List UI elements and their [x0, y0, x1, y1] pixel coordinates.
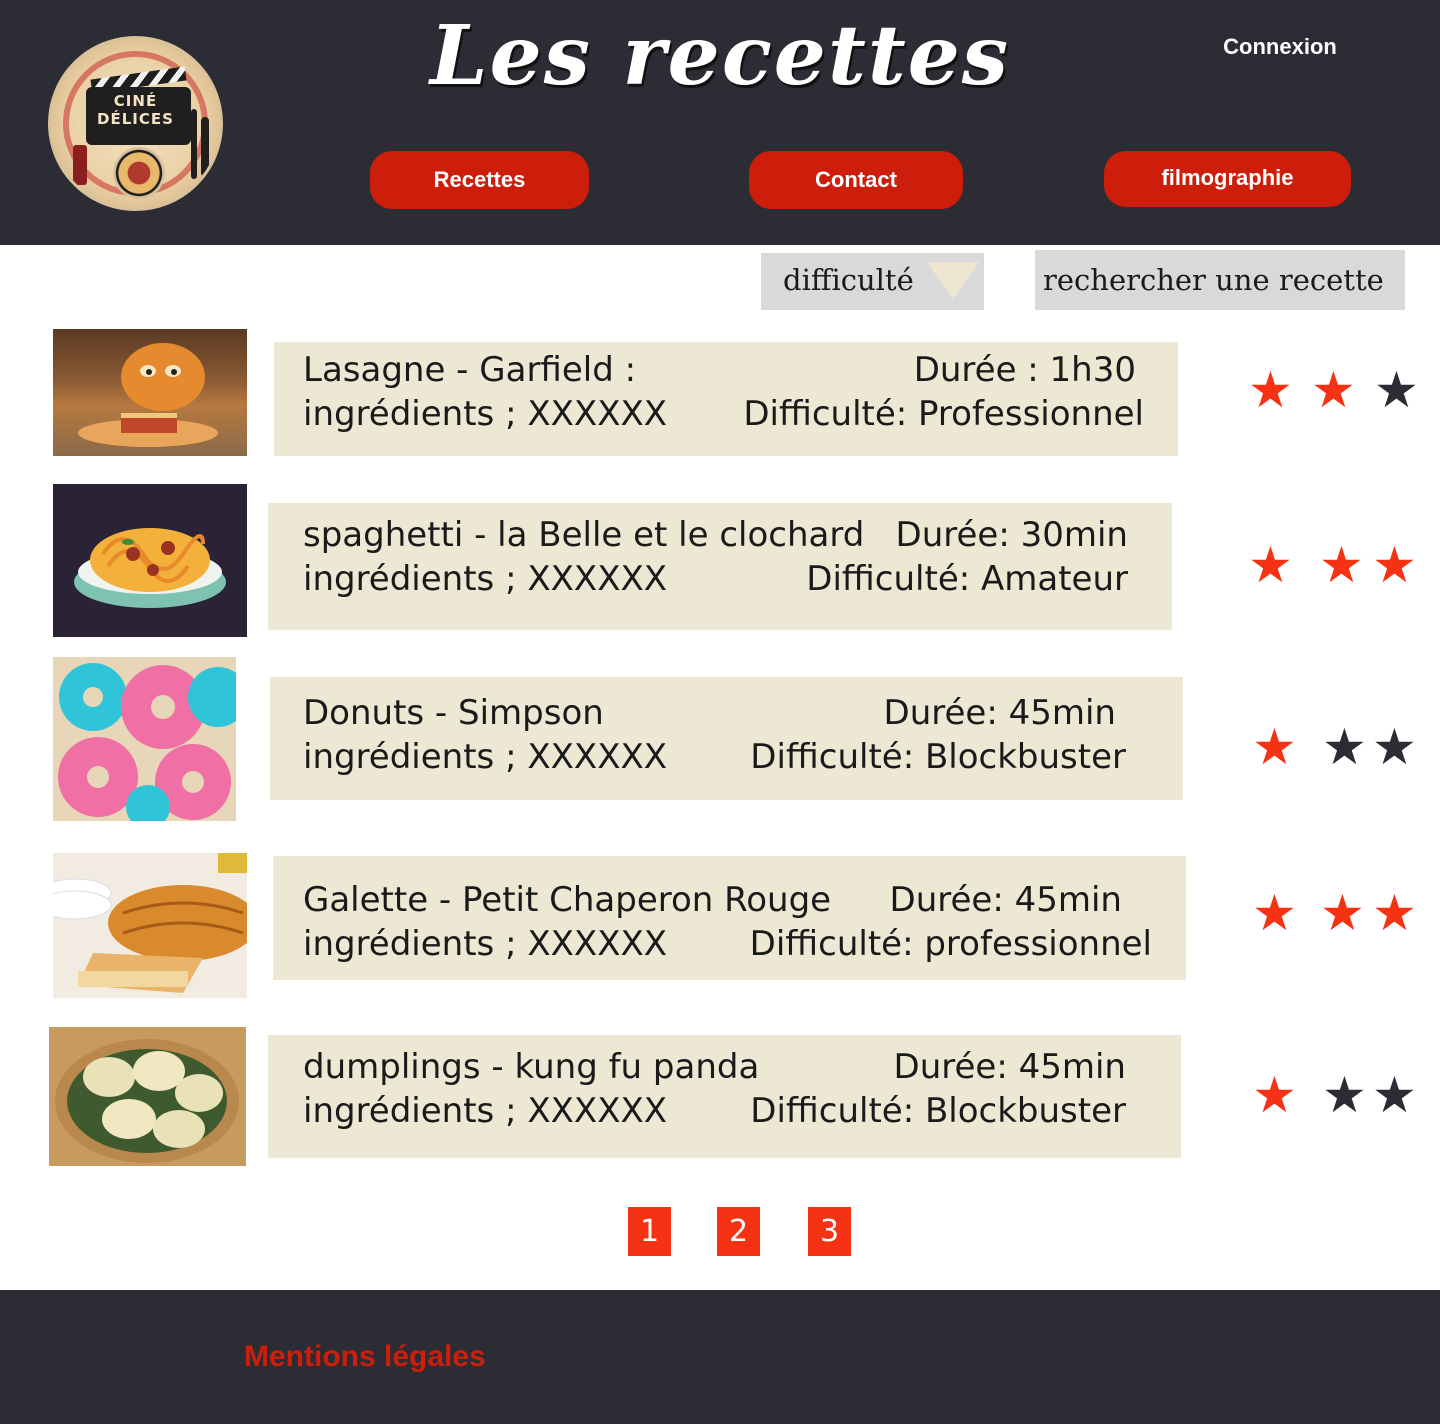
star-icon[interactable]: ★: [1248, 365, 1293, 415]
recipe-title: dumplings - kung fu panda: [303, 1047, 760, 1087]
star-icon[interactable]: ★: [1372, 540, 1417, 590]
recipe-duration: Durée: 45min: [883, 693, 1116, 733]
recipe-duration: Durée: 45min: [893, 1047, 1126, 1087]
star-icon[interactable]: ★: [1372, 888, 1417, 938]
star-icon[interactable]: ★: [1372, 1070, 1417, 1120]
recipe-title: Donuts - Simpson: [303, 693, 604, 733]
pagination-page-1[interactable]: 1: [628, 1207, 671, 1256]
search-input[interactable]: [1035, 250, 1405, 310]
recipe-ingredients: ingrédients ; XXXXXX: [303, 559, 668, 599]
fork-icon: [191, 109, 197, 179]
recipe-title: Galette - Petit Chaperon Rouge: [303, 880, 832, 920]
recipe-card[interactable]: Donuts - Simpson ingrédients ; XXXXXX Du…: [270, 677, 1183, 800]
recipe-difficulty: Difficulté: Blockbuster: [750, 737, 1126, 777]
page-title: Les recettes: [429, 8, 1011, 104]
recipe-difficulty: Difficulté: professionnel: [749, 924, 1152, 964]
star-icon[interactable]: ★: [1252, 888, 1297, 938]
connexion-link[interactable]: Connexion: [1200, 34, 1360, 60]
recipe-card[interactable]: dumplings - kung fu panda ingrédients ; …: [268, 1035, 1181, 1158]
cine-delices-logo[interactable]: CINÉ DÉLICES: [48, 36, 223, 211]
recipe-ingredients: ingrédients ; XXXXXX: [303, 924, 668, 964]
logo-text-line1: CINÉ: [113, 92, 158, 110]
spaghetti-image[interactable]: [53, 484, 247, 637]
dropdown-triangle-icon: [927, 262, 979, 300]
star-icon[interactable]: ★: [1311, 365, 1356, 415]
star-icon[interactable]: ★: [1320, 888, 1365, 938]
recipe-ingredients: ingrédients ; XXXXXX: [303, 394, 668, 434]
site-header: CINÉ DÉLICES Les recettes Connexion Rece…: [0, 0, 1440, 245]
star-icon[interactable]: ★: [1374, 365, 1419, 415]
nav-contact-button[interactable]: Contact: [749, 151, 963, 209]
recipe-card[interactable]: spaghetti - la Belle et le clochard ingr…: [268, 503, 1172, 630]
recipe-ingredients: ingrédients ; XXXXXX: [303, 1091, 668, 1131]
donuts-image[interactable]: [53, 657, 236, 821]
difficulty-select[interactable]: difficulté: [761, 253, 984, 310]
galette-image[interactable]: [53, 853, 247, 998]
recipe-rating[interactable]: ★ ★ ★: [1244, 540, 1434, 600]
lasagne-garfield-image[interactable]: [53, 329, 247, 456]
star-icon[interactable]: ★: [1322, 1070, 1367, 1120]
recipe-card[interactable]: Lasagne - Garfield : ingrédients ; XXXXX…: [274, 342, 1178, 456]
bottle-icon: [73, 145, 87, 185]
site-footer: Mentions légales: [0, 1290, 1440, 1424]
mentions-legales-link[interactable]: Mentions légales: [244, 1340, 486, 1374]
pagination-page-3[interactable]: 3: [808, 1207, 851, 1256]
star-icon[interactable]: ★: [1319, 540, 1364, 590]
recipe-rating[interactable]: ★ ★ ★: [1248, 888, 1438, 948]
star-icon[interactable]: ★: [1248, 540, 1293, 590]
recipe-difficulty: Difficulté: Professionnel: [743, 394, 1144, 434]
recipe-duration: Durée: 30min: [895, 515, 1128, 555]
recipe-title: spaghetti - la Belle et le clochard: [303, 515, 865, 555]
dish-icon: [113, 147, 165, 199]
pagination-page-2[interactable]: 2: [717, 1207, 760, 1256]
recipe-card[interactable]: Galette - Petit Chaperon Rouge ingrédien…: [273, 856, 1186, 980]
star-icon[interactable]: ★: [1252, 722, 1297, 772]
difficulty-select-label: difficulté: [783, 263, 914, 297]
dumplings-image[interactable]: [49, 1027, 246, 1166]
star-icon[interactable]: ★: [1322, 722, 1367, 772]
recipe-duration: Durée : 1h30: [913, 350, 1136, 390]
nav-recettes-button[interactable]: Recettes: [370, 151, 589, 209]
recipe-title: Lasagne - Garfield :: [303, 350, 637, 390]
recipe-duration: Durée: 45min: [889, 880, 1122, 920]
spoon-icon: [201, 117, 209, 177]
recipe-rating[interactable]: ★ ★ ★: [1244, 365, 1434, 425]
recipe-rating[interactable]: ★ ★ ★: [1248, 722, 1438, 782]
recipe-ingredients: ingrédients ; XXXXXX: [303, 737, 668, 777]
star-icon[interactable]: ★: [1252, 1070, 1297, 1120]
nav-filmographie-button[interactable]: filmographie: [1104, 151, 1351, 207]
star-icon[interactable]: ★: [1372, 722, 1417, 772]
recipe-rating[interactable]: ★ ★ ★: [1248, 1070, 1438, 1130]
recipe-difficulty: Difficulté: Blockbuster: [750, 1091, 1126, 1131]
recipe-difficulty: Difficulté: Amateur: [806, 559, 1128, 599]
